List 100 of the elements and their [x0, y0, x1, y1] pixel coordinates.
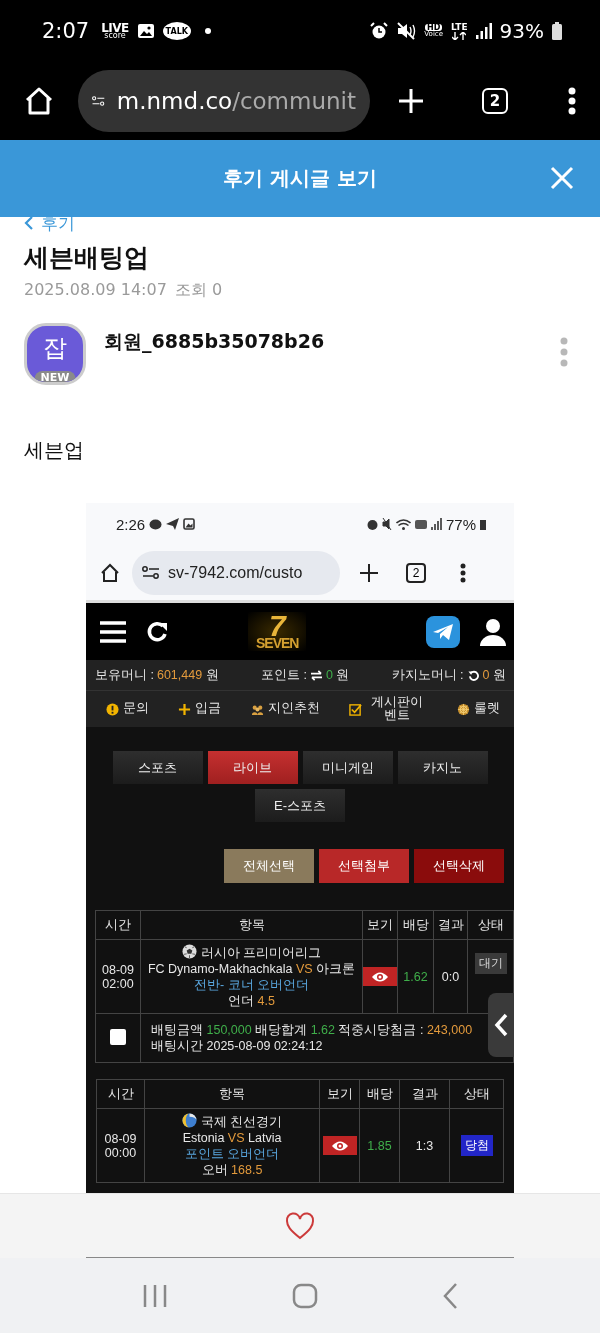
- balance-label: 카지노머니 :: [391, 666, 464, 684]
- post-date: 2025.08.09 14:07: [24, 280, 167, 301]
- category-tab[interactable]: 스포츠: [112, 751, 203, 784]
- author-name[interactable]: 회원_6885b35078b26: [104, 329, 325, 355]
- score-cell: 0:0: [433, 939, 468, 1014]
- tab-count-button[interactable]: 2: [406, 562, 426, 583]
- soccer-ball-icon: [181, 944, 197, 959]
- chat-bubble-icon: [149, 518, 163, 530]
- bet-market: 포인트 오버언더: [183, 1146, 281, 1162]
- user-icon[interactable]: [480, 617, 506, 646]
- category-tab[interactable]: 라이브: [207, 751, 298, 784]
- column-header: 보기: [362, 910, 398, 940]
- status-badge: 대기: [474, 953, 507, 974]
- close-icon[interactable]: [550, 166, 574, 190]
- url-text: m.nmd.co/communit: [116, 88, 356, 114]
- action-button[interactable]: 선택삭제: [414, 849, 504, 883]
- match-teams: FC Dynamo-Makhachkala VS 아크론: [146, 961, 357, 977]
- time-cell: 08-09 00:00: [96, 1108, 145, 1183]
- menu-item[interactable]: 게시판이벤트: [348, 695, 428, 723]
- action-button[interactable]: 선택첨부: [319, 849, 409, 883]
- like-button[interactable]: [285, 1212, 315, 1240]
- home-icon[interactable]: [100, 562, 120, 583]
- view-button[interactable]: [322, 1136, 357, 1155]
- match-teams: Estonia VS Latvia: [181, 1130, 283, 1146]
- info-icon: [106, 702, 119, 716]
- address-bar[interactable]: m.nmd.co/communit: [78, 70, 370, 132]
- menu-item[interactable]: 지인추천: [250, 702, 320, 716]
- column-header: 항목: [140, 910, 363, 940]
- category-tab[interactable]: 카지노: [397, 751, 488, 784]
- status-time: 2:26: [116, 515, 146, 533]
- telegram-icon[interactable]: [426, 615, 460, 648]
- odds-cell: 1.62: [397, 939, 434, 1014]
- menu-item[interactable]: 문의: [106, 702, 149, 716]
- time-cell: 08-09 02:00: [95, 939, 141, 1014]
- send-icon: [166, 518, 180, 530]
- talk-badge: TALK: [162, 22, 191, 40]
- more-options-icon[interactable]: [568, 87, 576, 115]
- back-button[interactable]: [442, 1281, 458, 1310]
- eye-icon[interactable]: [330, 1139, 349, 1152]
- notification-dot-icon: [204, 28, 211, 34]
- recent-apps-button[interactable]: [142, 1282, 168, 1309]
- battery-icon: [552, 22, 562, 40]
- column-header: 상태: [467, 910, 514, 940]
- category-tab[interactable]: 미니게임: [302, 751, 393, 784]
- menu-item[interactable]: 입금: [178, 702, 222, 716]
- site-settings-icon[interactable]: [142, 566, 160, 579]
- wheel-icon: [457, 702, 470, 716]
- transfer-icon: [309, 669, 323, 681]
- battery-level: 93%: [499, 19, 544, 43]
- tab-count-button[interactable]: 2: [482, 88, 508, 114]
- status-badge: 당첨: [460, 1135, 493, 1156]
- new-tab-icon[interactable]: [360, 563, 378, 582]
- site-logo[interactable]: 7 SEVEN: [248, 611, 307, 652]
- menu-item[interactable]: 룰렛: [457, 702, 500, 716]
- column-header: 배당: [397, 910, 434, 940]
- column-header: 결과: [433, 910, 468, 940]
- post-body: 세븐업: [24, 437, 84, 464]
- bet-pick: 언더 4.5: [227, 993, 276, 1009]
- bet-time: 배팅시간 2025-08-09 02:24:12: [151, 1038, 324, 1054]
- gallery-icon: [183, 518, 196, 530]
- side-panel-toggle[interactable]: [488, 993, 514, 1057]
- plus-icon: [178, 702, 192, 716]
- balance-label: 포인트 :: [260, 666, 307, 684]
- column-header: 시간: [96, 1079, 145, 1109]
- balance-amount: 0 원: [325, 666, 350, 684]
- column-header: 상태: [449, 1079, 504, 1109]
- signal-icon: [475, 23, 492, 39]
- column-header: 배당: [359, 1079, 400, 1109]
- action-button[interactable]: 전체선택: [224, 849, 314, 883]
- header-title: 후기 게시글 보기: [223, 165, 377, 192]
- odds-cell: 1.85: [359, 1108, 400, 1183]
- league-name: 러시아 프리미어리그: [141, 944, 362, 961]
- category-tab[interactable]: E-스포츠: [255, 789, 345, 822]
- gallery-icon: [136, 23, 155, 39]
- menu-icon[interactable]: [100, 620, 126, 643]
- wifi-icon: [395, 518, 411, 530]
- more-options-icon[interactable]: [460, 562, 466, 583]
- league-name: 국제 친선경기: [145, 1113, 319, 1130]
- home-button[interactable]: [292, 1282, 318, 1309]
- checkbox-icon: [348, 702, 362, 716]
- globe-ball-icon: [181, 1113, 197, 1128]
- select-checkbox[interactable]: [110, 1028, 126, 1045]
- view-button[interactable]: [363, 967, 397, 986]
- refresh-icon[interactable]: [146, 620, 168, 643]
- balance-amount: 0 원: [482, 666, 506, 684]
- bet-summary: 배팅금액 150,000 배당합계 1.62 적중시당첨금 : 243,000: [151, 1022, 474, 1038]
- column-header: 항목: [144, 1079, 320, 1109]
- score-cell: 1:3: [399, 1108, 450, 1183]
- eye-icon[interactable]: [371, 970, 389, 983]
- column-header: 보기: [319, 1079, 360, 1109]
- post-title: 세븐배팅업: [24, 242, 149, 274]
- view-count: 조회 0: [174, 280, 223, 301]
- battery-level: 77%: [445, 515, 476, 533]
- network-type: LTE: [451, 22, 468, 40]
- battery-icon: [480, 518, 486, 530]
- mute-icon: [396, 22, 417, 40]
- refresh-icon: [466, 669, 480, 681]
- mute-icon: [381, 518, 392, 530]
- address-bar[interactable]: sv-7942.com/custo: [132, 550, 340, 595]
- live-score-label: LIVE score: [101, 22, 129, 40]
